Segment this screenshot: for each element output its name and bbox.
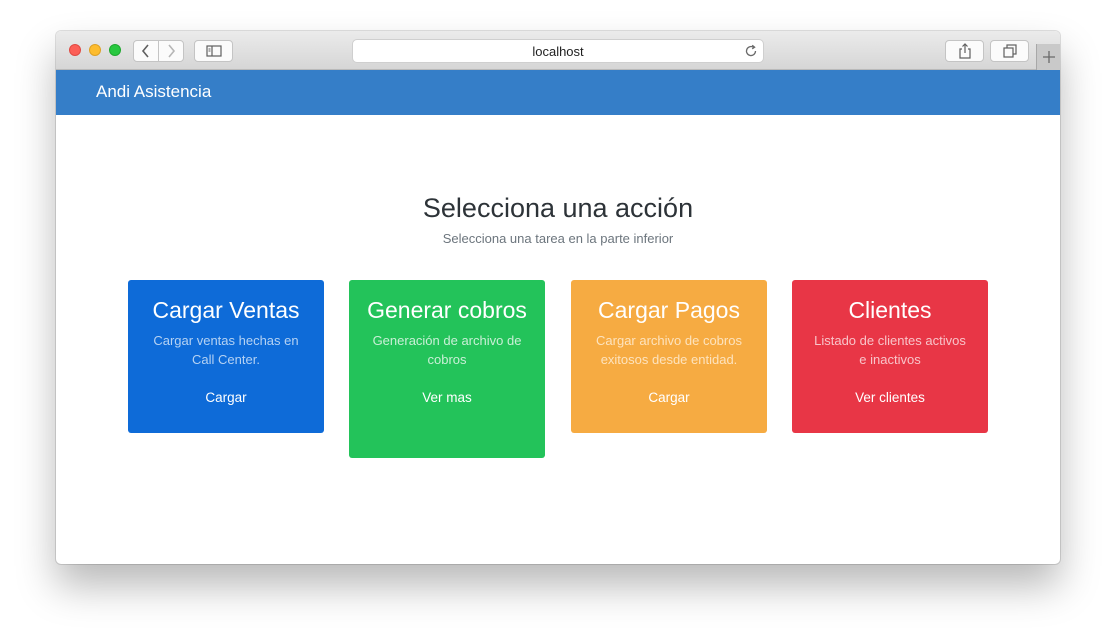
main-content: Selecciona una acción Selecciona una tar…: [56, 115, 1060, 564]
sidebar-icon: [205, 45, 222, 57]
chevron-left-icon: [141, 44, 149, 58]
back-button[interactable]: [133, 40, 159, 62]
card-title: Cargar Pagos: [598, 297, 740, 323]
app-navbar: Andi Asistencia: [56, 70, 1060, 115]
card-title: Generar cobros: [367, 297, 527, 323]
card-clientes: Clientes Listado de clientes activos e i…: [792, 280, 988, 433]
share-button[interactable]: [945, 40, 984, 62]
card-cargar-pagos: Cargar Pagos Cargar archivo de cobros ex…: [571, 280, 767, 433]
tabs-icon: [1002, 44, 1017, 58]
card-title: Clientes: [848, 297, 932, 323]
address-bar[interactable]: localhost: [352, 39, 764, 63]
reload-icon[interactable]: [743, 43, 759, 59]
url-text: localhost: [532, 43, 584, 59]
card-action-link[interactable]: Cargar: [205, 389, 246, 407]
browser-window: localhost Andi Asistencia Selecciona una…: [56, 31, 1060, 564]
card-action-link[interactable]: Ver mas: [422, 389, 472, 407]
minimize-window-button[interactable]: [89, 44, 101, 56]
card-title: Cargar Ventas: [152, 297, 300, 323]
card-cargar-ventas: Cargar Ventas Cargar ventas hechas en Ca…: [128, 280, 324, 433]
plus-icon: [1042, 51, 1055, 63]
card-description: Generación de archivo de cobros: [372, 333, 522, 367]
sidebar-button[interactable]: [194, 40, 233, 62]
forward-button[interactable]: [158, 40, 184, 62]
close-window-button[interactable]: [69, 44, 81, 56]
page-subtitle: Selecciona una tarea en la parte inferio…: [442, 231, 674, 246]
card-description: Listado de clientes activos e inactivos: [814, 333, 966, 367]
stage: localhost Andi Asistencia Selecciona una…: [0, 0, 1116, 644]
brand-link[interactable]: Andi Asistencia: [96, 82, 211, 102]
chevron-right-icon: [168, 44, 176, 58]
card-description: Cargar ventas hechas en Call Center.: [153, 333, 299, 367]
tabs-overview-button[interactable]: [990, 40, 1029, 62]
card-action-link[interactable]: Cargar: [648, 389, 689, 407]
page-title: Selecciona una acción: [422, 193, 694, 223]
share-icon: [958, 43, 971, 59]
maximize-window-button[interactable]: [109, 44, 121, 56]
new-tab-button[interactable]: [1036, 44, 1060, 70]
card-generar-cobros: Generar cobros Generación de archivo de …: [349, 280, 545, 458]
card-action-link[interactable]: Ver clientes: [855, 389, 925, 407]
card-description: Cargar archivo de cobros exitosos desde …: [596, 333, 742, 367]
browser-toolbar: localhost: [56, 31, 1060, 70]
